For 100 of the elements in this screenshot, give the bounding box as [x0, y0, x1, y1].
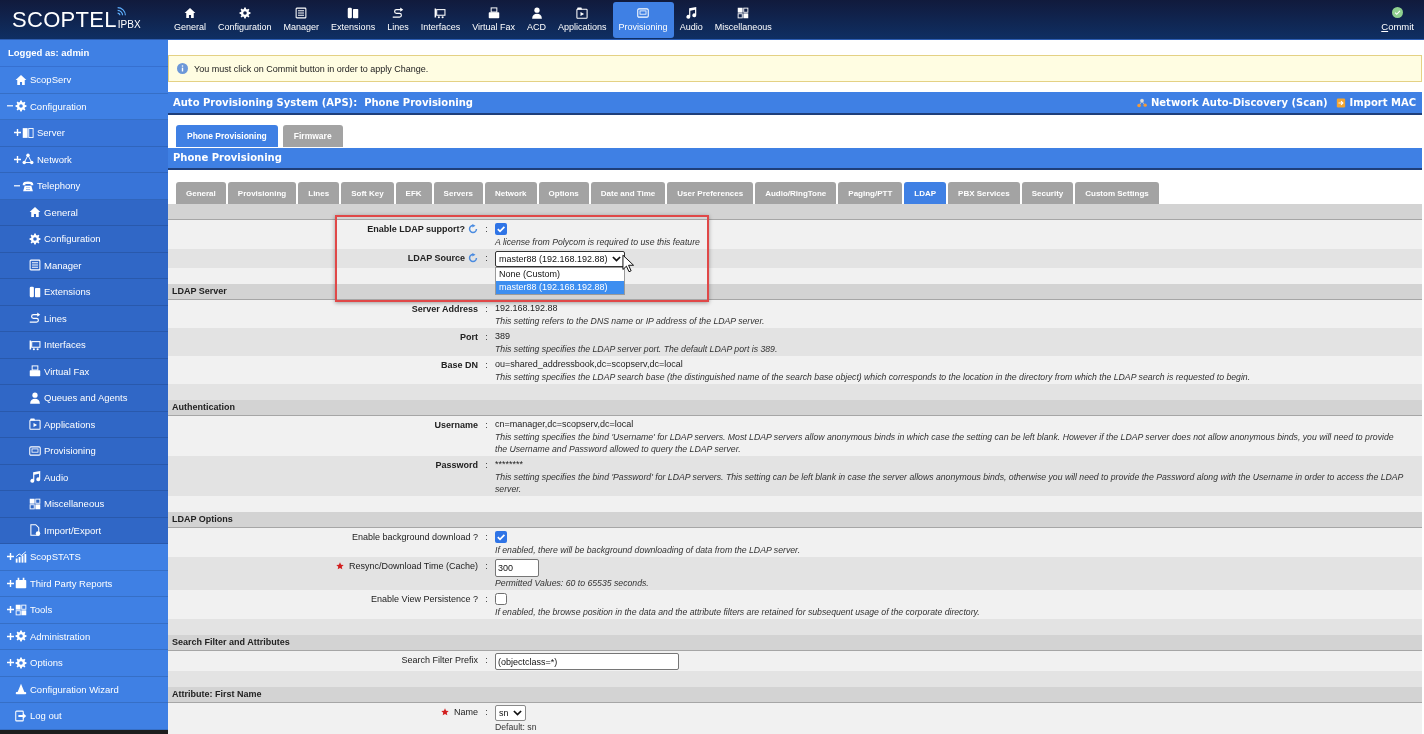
sidebar-item[interactable]: Audio [0, 464, 168, 491]
sidebar-item[interactable]: Import/Export [0, 517, 168, 544]
sidebar-item[interactable]: Telephony [0, 173, 168, 200]
text-input[interactable]: (objectclass=*) [495, 653, 679, 670]
sidebar-item[interactable]: Virtual Fax [0, 358, 168, 385]
tab[interactable]: PBX Services [948, 182, 1020, 204]
nav-tab[interactable]: Audio [673, 1, 709, 38]
tab[interactable]: Servers [433, 182, 483, 204]
dropdown[interactable]: sn [495, 705, 526, 721]
tab[interactable]: Provisioning [227, 182, 297, 204]
label-colon: : [484, 531, 489, 544]
sync-icon[interactable] [468, 253, 478, 263]
tab[interactable]: Audio/RingTone [755, 182, 837, 204]
field-note: This setting specifies the bind 'Username' for LDAP servers. Most LDAP servers allow anonymous binds in which case the setting can be left blank. However if the LDAP server does not allow anonymous binds, you will need to provide the Username and Password allowed to query the LDAP server. [495, 431, 1395, 455]
dropdown-option[interactable]: master88 (192.168.192.88) [496, 281, 624, 294]
twin-panels-icon [29, 285, 41, 298]
tab[interactable]: Date and Time [590, 182, 666, 204]
house-icon [15, 73, 27, 86]
tab[interactable]: Firmware [282, 125, 343, 147]
nav-tab[interactable]: Configuration [212, 1, 278, 38]
tab[interactable]: Lines [298, 182, 340, 204]
tab[interactable]: Paging/PTT [838, 182, 903, 204]
plus-icon[interactable] [7, 579, 14, 587]
commit-button[interactable]: Commit [1379, 7, 1416, 32]
tab[interactable]: Security [1021, 182, 1074, 204]
nav-tab[interactable]: Provisioning [612, 1, 674, 38]
plus-icon[interactable] [7, 553, 14, 561]
sidebar-item[interactable]: Configuration [0, 226, 168, 253]
plus-icon[interactable] [7, 606, 14, 614]
nav-tab[interactable]: Extensions [325, 1, 382, 38]
label-colon: : [484, 459, 489, 472]
sidebar-item[interactable]: Network [0, 146, 168, 173]
plus-icon[interactable] [7, 632, 14, 640]
tab[interactable]: General [176, 182, 226, 204]
sidebar-item[interactable]: Third Party Reports [0, 570, 168, 597]
field-value: ou=shared_addressbook,dc=scopserv,dc=local [495, 358, 683, 371]
check-circle-icon [1392, 7, 1404, 18]
sidebar-item[interactable]: Miscellaneous [0, 491, 168, 518]
tab[interactable]: EFK [395, 182, 432, 204]
field-note: Permitted Values: 60 to 65535 seconds. [495, 577, 649, 589]
nav-tab[interactable]: Interfaces [414, 1, 467, 38]
sync-icon[interactable] [468, 224, 478, 234]
nav-tab[interactable]: Miscellaneous [708, 1, 778, 38]
person-icon [29, 391, 41, 404]
brand-suffix: IPBX [117, 18, 141, 30]
sidebar-item[interactable]: ScopSTATS [0, 544, 168, 571]
nav-tab[interactable]: Manager [277, 1, 326, 38]
field-note: This setting specifies the LDAP server port. The default LDAP port is 389. [495, 343, 778, 355]
label-colon: : [484, 331, 489, 344]
tab[interactable]: Options [538, 182, 589, 204]
sidebar-item[interactable]: Server [0, 120, 168, 147]
field-note: Default: sn [495, 721, 537, 733]
nav-tab[interactable]: ACD [521, 1, 553, 38]
dropdown-option[interactable]: None (Custom) [496, 268, 624, 281]
sidebar-item[interactable]: Provisioning [0, 438, 168, 465]
sidebar-item[interactable]: ScopServ [0, 67, 168, 94]
sidebar-item[interactable]: Configuration Wizard [0, 676, 168, 703]
sidebar-item[interactable]: Options [0, 650, 168, 677]
nav-tab[interactable]: Virtual Fax [466, 1, 522, 38]
info-icon [177, 63, 188, 74]
section-header: Authentication [168, 400, 1422, 416]
sidebar-item[interactable]: Log out [0, 703, 168, 730]
plus-icon[interactable] [14, 129, 21, 137]
checkbox[interactable] [495, 531, 507, 543]
tab[interactable]: User Preferences [667, 182, 754, 204]
minus-icon[interactable] [14, 184, 20, 187]
sidebar-item[interactable]: Tools [0, 597, 168, 624]
section-header: LDAP Options [168, 512, 1422, 528]
tab[interactable]: Soft Key [341, 182, 394, 204]
sidebar-item[interactable]: Administration [0, 623, 168, 650]
plus-icon[interactable] [14, 155, 21, 163]
nav-tab[interactable]: General [168, 1, 213, 38]
tab[interactable]: Phone Provisioning [176, 125, 278, 147]
field-label: Name [454, 707, 478, 717]
sidebar-item[interactable]: Configuration [0, 93, 168, 120]
header-link[interactable]: Import MAC [1335, 97, 1416, 108]
label-colon: : [484, 560, 489, 573]
minus-icon[interactable] [7, 105, 13, 108]
text-input[interactable]: 300 [495, 559, 539, 577]
sidebar-item[interactable]: Queues and Agents [0, 385, 168, 412]
sidebar-item[interactable]: Interfaces [0, 332, 168, 359]
document-arrow-icon [1335, 97, 1346, 108]
plus-icon[interactable] [7, 659, 14, 667]
sidebar-item[interactable]: Lines [0, 305, 168, 332]
label-colon: : [484, 359, 489, 372]
checkbox[interactable] [495, 593, 507, 605]
tab[interactable]: Network [484, 182, 537, 204]
sidebar-item[interactable]: Extensions [0, 279, 168, 306]
dropdown[interactable]: master88 (192.168.192.88) [495, 251, 625, 267]
sidebar-item[interactable]: Manager [0, 252, 168, 279]
tab[interactable]: LDAP [904, 182, 947, 204]
sidebar-item[interactable]: General [0, 199, 168, 226]
nav-tab[interactable]: Lines [381, 1, 415, 38]
checkbox[interactable] [495, 223, 507, 235]
field-label: Password [435, 460, 478, 470]
desk-phone-icon [22, 179, 34, 192]
sidebar-item[interactable]: Applications [0, 411, 168, 438]
tab[interactable]: Custom Settings [1075, 182, 1159, 204]
header-link[interactable]: Network Auto-Discovery (Scan) [1136, 97, 1328, 108]
nav-tab[interactable]: Applications [552, 1, 613, 38]
